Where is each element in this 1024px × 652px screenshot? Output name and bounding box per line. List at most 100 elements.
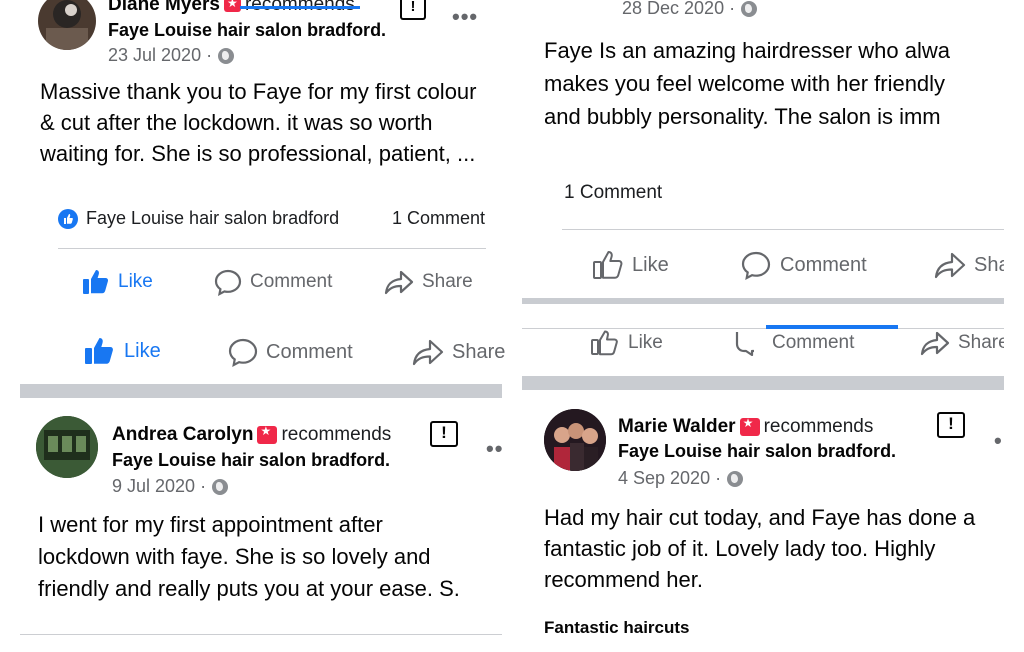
date-text: 28 Dec 2020 · [622, 0, 736, 18]
share-button[interactable]: Share [920, 330, 1004, 356]
comment-bubble-icon [228, 338, 258, 367]
recommends-label: recommends [281, 424, 392, 445]
post-body-line: fantastic job of it. Lovely lady too. Hi… [544, 536, 936, 561]
date-text: 23 Jul 2020 · [108, 45, 213, 65]
post-body-line: Massive thank you to Faye for my first c… [40, 79, 477, 104]
comment-button[interactable]: Comment [214, 268, 332, 296]
author-name[interactable]: Marie Walder [618, 416, 736, 438]
post-body: Had my hair cut today, and Faye has done… [544, 502, 1004, 595]
like-label: Like [628, 332, 663, 353]
page-name[interactable]: Faye Louise hair salon bradford. [618, 441, 896, 462]
globe-icon [212, 478, 229, 495]
like-button[interactable]: Like [82, 268, 153, 296]
recommends-label: recommends [763, 416, 874, 437]
comment-bubble-icon [741, 251, 771, 280]
thumbs-up-icon [85, 338, 113, 364]
avatar[interactable] [38, 0, 96, 50]
post-date: 23 Jul 2020 · [108, 45, 235, 66]
post-date: 28 Dec 2020 · [622, 0, 758, 19]
avatar[interactable] [544, 409, 606, 471]
recommendation-tag: Fantastic haircuts [544, 618, 690, 637]
share-arrow-icon [920, 331, 950, 356]
report-icon[interactable]: ! [400, 0, 426, 20]
globe-icon [741, 0, 758, 17]
post-body: Massive thank you to Faye for my first c… [40, 76, 500, 169]
divider [20, 634, 502, 635]
post-separator [20, 384, 502, 398]
share-arrow-icon [934, 252, 966, 279]
like-button[interactable]: Like [84, 336, 161, 366]
author-name[interactable]: Andrea Carolyn [112, 424, 253, 446]
page-name[interactable]: Faye Louise hair salon bradford. [108, 20, 386, 41]
post-body-line: & cut after the lockdown. it was so wort… [40, 110, 433, 135]
post-body-line: makes you feel welcome with her friendly [544, 71, 946, 96]
report-icon[interactable]: ! [430, 421, 458, 447]
comment-bubble-icon [214, 269, 242, 296]
comment-button[interactable]: Comment [740, 250, 867, 280]
comment-label: Comment [772, 332, 855, 353]
divider [562, 229, 1004, 230]
like-label: Like [118, 271, 153, 292]
post-body-line: Had my hair cut today, and Faye has done… [544, 505, 976, 530]
share-button[interactable]: Share [412, 337, 505, 367]
thumbs-up-icon [83, 270, 109, 294]
avatar-photo [544, 409, 606, 471]
like-button[interactable]: Like [592, 250, 669, 280]
post-author-line: Andrea Carolyn recommends [112, 424, 391, 446]
share-label: Sha [974, 253, 1004, 276]
thumbs-up-outline-icon [593, 251, 623, 279]
comment-button[interactable]: Comment [734, 330, 854, 356]
comment-label: Comment [266, 340, 353, 363]
comment-bubble-icon [735, 332, 754, 356]
post-body-line: recommend her. [544, 567, 703, 592]
share-label: Share [422, 271, 473, 292]
like-reaction-icon [58, 208, 78, 229]
active-tab-indicator [766, 325, 898, 329]
page-name[interactable]: Faye Louise hair salon bradford. [112, 450, 390, 471]
post-separator [522, 376, 1004, 390]
post-separator [522, 298, 1004, 304]
share-arrow-icon [412, 339, 444, 366]
divider [58, 248, 486, 249]
post-body-line: and bubbly personality. The salon is imm [544, 104, 941, 129]
post-body-line: I went for my first appointment after [38, 512, 383, 537]
globe-icon [218, 47, 235, 64]
like-label: Like [632, 253, 669, 276]
post-body-line: waiting for. She is so professional, pat… [40, 141, 476, 166]
comment-count[interactable]: 1 Comment [564, 182, 662, 204]
share-label: Share [452, 340, 506, 363]
post-body-line: friendly and really puts you at your eas… [38, 576, 460, 601]
reaction-label: Faye Louise hair salon bradford [86, 208, 340, 228]
like-button[interactable]: Like [590, 330, 663, 356]
more-options-icon[interactable]: • [994, 428, 1003, 454]
share-label: Share [958, 332, 1004, 353]
globe-icon [727, 470, 744, 487]
post-body-line: Faye Is an amazing hairdresser who alwa [544, 38, 950, 63]
recommend-badge-icon [739, 416, 760, 436]
share-button[interactable]: Sha [934, 250, 1004, 280]
date-text: 9 Jul 2020 · [112, 476, 207, 496]
post-author-line: Marie Walder recommends [618, 416, 873, 438]
like-label: Like [124, 339, 161, 362]
comment-button[interactable]: Comment [228, 337, 353, 367]
share-button[interactable]: Share [384, 268, 473, 296]
tab-indicator [240, 6, 360, 9]
avatar[interactable] [36, 416, 98, 478]
post-date: 9 Jul 2020 · [112, 476, 229, 497]
more-options-icon[interactable]: •• [486, 436, 503, 462]
report-icon[interactable]: ! [937, 412, 965, 438]
post-date: 4 Sep 2020 · [618, 468, 744, 489]
post-body: Faye Is an amazing hairdresser who alwa … [544, 34, 1004, 133]
author-name[interactable]: Diane Myers [108, 0, 220, 16]
avatar-photo [36, 416, 98, 478]
date-text: 4 Sep 2020 · [618, 468, 722, 488]
recommend-badge-icon [257, 424, 278, 444]
recommend-badge-icon [223, 0, 241, 12]
more-options-icon[interactable]: ••• [452, 4, 478, 30]
comment-label: Comment [780, 253, 867, 276]
post-body: I went for my first appointment after lo… [38, 509, 504, 605]
comment-count[interactable]: 1 Comment [392, 208, 485, 229]
divider [522, 328, 1004, 329]
thumbs-up-outline-icon [591, 330, 618, 356]
reaction-summary[interactable]: Faye Louise hair salon bradford [58, 208, 339, 229]
